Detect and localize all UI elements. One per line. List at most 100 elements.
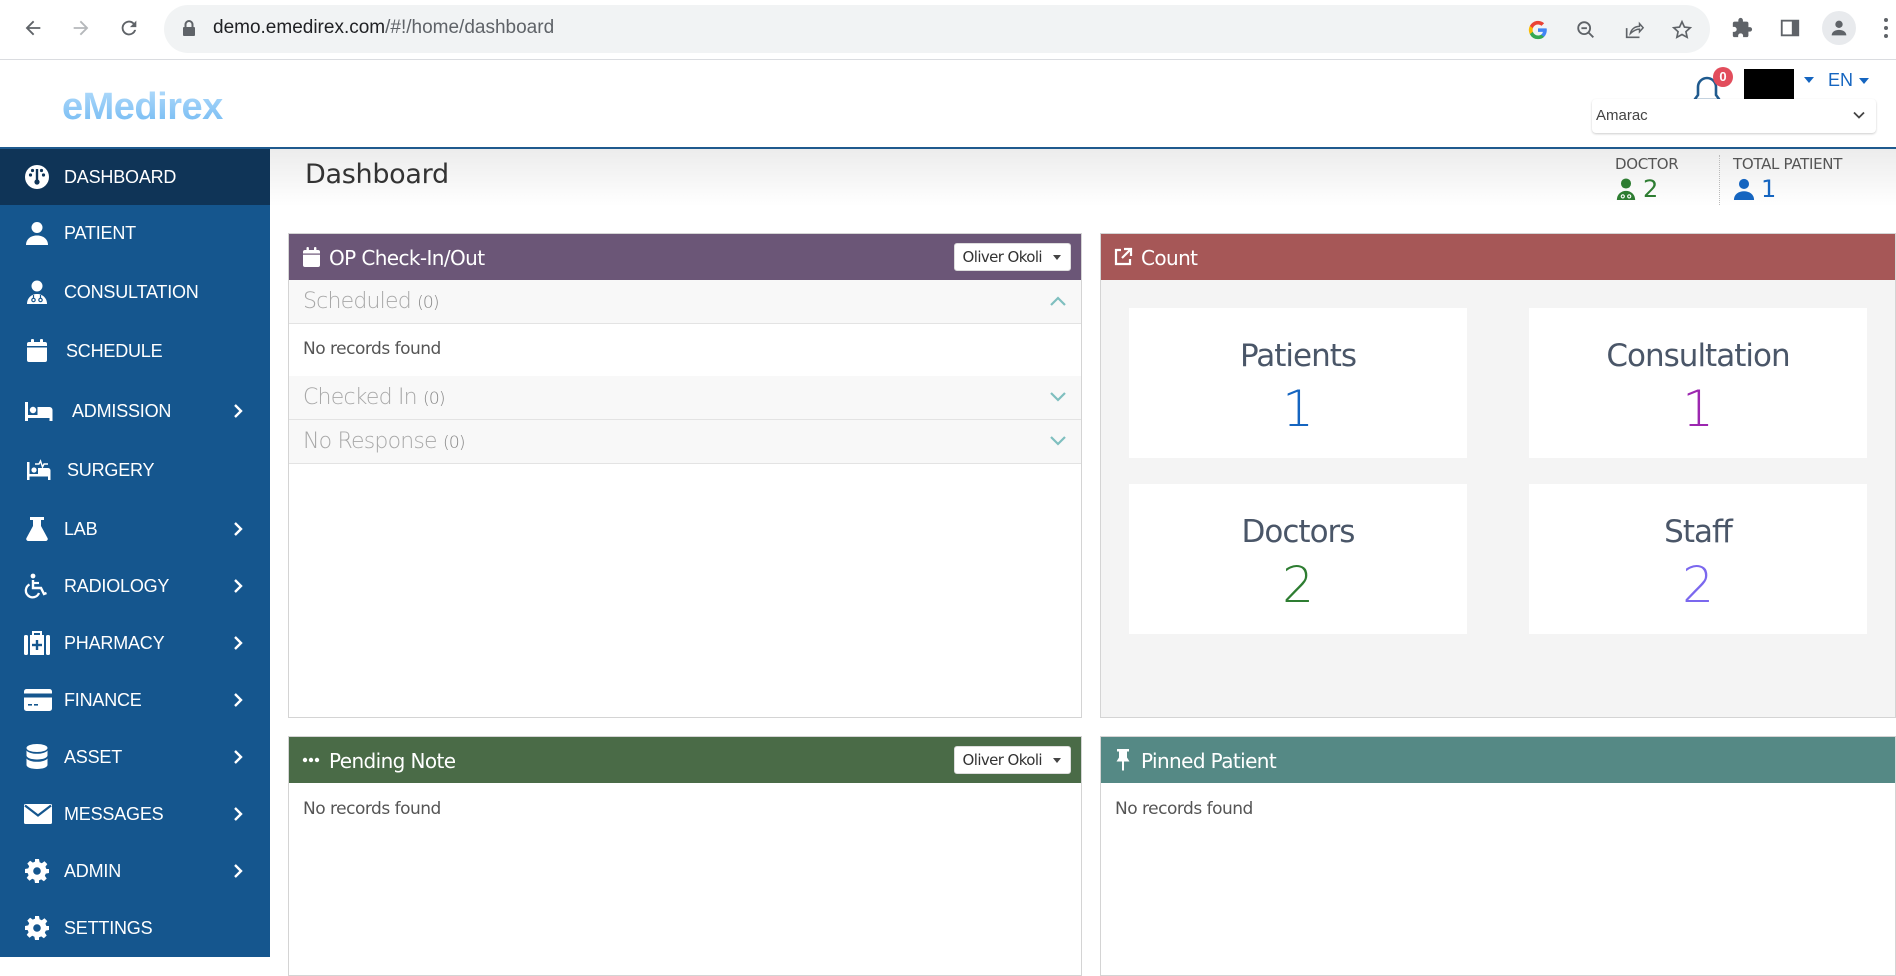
doctor-stat[interactable]: DOCTOR 2 [1615,155,1679,203]
sidebar-item-label: ADMISSION [72,400,172,421]
external-link-icon [1113,247,1133,267]
sidebar-item-asset[interactable]: ASSET [0,729,270,785]
op-checkin-doctor-select[interactable]: Oliver Okoli [953,243,1071,271]
language-caret-icon[interactable] [1859,78,1869,84]
op-checkin-panel-header: OP Check-In/Out Oliver Okoli [289,234,1081,280]
op-checkin-panel: OP Check-In/Out Oliver Okoli Scheduled (… [288,233,1082,718]
side-panel-icon[interactable] [1776,14,1804,42]
chevron-right-icon [234,636,243,650]
chevron-right-icon [234,522,243,536]
procedures-icon [24,457,54,483]
chevron-down-icon [1050,392,1066,402]
accordion-scheduled[interactable]: Scheduled (0) [289,280,1081,324]
url-text[interactable]: demo.emedirex.com/#!/home/dashboard [213,17,554,39]
dashboard-gauge-icon [24,164,50,190]
sidebar-item-schedule[interactable]: SCHEDULE [0,323,270,379]
sidebar-item-radiology[interactable]: RADIOLOGY [0,558,270,614]
sidebar-item-label: SCHEDULE [66,340,163,361]
empty-state-text: No records found [303,799,441,819]
ellipsis-icon [301,750,321,770]
address-bar[interactable]: demo.emedirex.com/#!/home/dashboard [164,5,1710,53]
person-icon [1831,20,1847,36]
sidebar-item-finance[interactable]: FINANCE [0,672,270,728]
sidebar-item-messages[interactable]: MESSAGES [0,786,270,842]
accordion-label: Checked In (0) [303,385,446,410]
total-patient-stat[interactable]: TOTAL PATIENT 1 [1733,155,1842,203]
doctor-stat-value: 2 [1643,175,1659,203]
total-patient-stat-value: 1 [1761,175,1777,203]
gear-icon [24,915,50,941]
sidebar-item-label: SURGERY [67,459,155,480]
share-icon[interactable] [1622,18,1646,42]
doctor-icon [1616,178,1636,200]
forward-button[interactable] [67,14,95,42]
empty-state-text: No records found [303,339,441,359]
sidebar-item-label: PHARMACY [64,632,165,653]
bookmark-star-icon[interactable] [1670,18,1694,42]
facility-select[interactable]: Amarac [1592,99,1876,133]
bed-icon [24,398,54,424]
count-card-value: 1 [1682,380,1714,438]
sidebar-item-label: DASHBOARD [64,166,177,187]
credit-card-icon [24,687,52,713]
profile-avatar[interactable] [1822,11,1856,45]
flask-icon [24,516,50,542]
count-card-label: Patients [1239,338,1357,374]
stat-divider [1719,155,1720,205]
sidebar-item-dashboard[interactable]: DASHBOARD [0,149,270,205]
sidebar-item-settings[interactable]: SETTINGS [0,900,270,956]
count-card-label: Staff [1664,514,1733,550]
sidebar-item-surgery[interactable]: SURGERY [0,442,270,498]
pinned-patient-title: Pinned Patient [1141,749,1277,773]
sidebar-item-patient[interactable]: PATIENT [0,205,270,261]
count-card-staff[interactable]: Staff 2 [1529,484,1867,634]
op-checkin-title: OP Check-In/Out [329,246,485,270]
arrow-right-icon [73,20,89,36]
accordion-no-response[interactable]: No Response (0) [289,420,1081,464]
accordion-count: (0) [423,389,445,409]
chevron-right-icon [234,864,243,878]
accordion-label: No Response (0) [303,429,465,454]
count-card-doctors[interactable]: Doctors 2 [1129,484,1467,634]
sidebar-item-admin[interactable]: ADMIN [0,843,270,899]
accordion-checked-in[interactable]: Checked In (0) [289,376,1081,420]
sidebar-item-label: ASSET [64,746,123,767]
accordion-title: Checked In [303,385,418,410]
reload-button[interactable] [115,14,143,42]
sidebar-item-label: RADIOLOGY [64,575,170,596]
page-title: Dashboard [305,159,449,190]
chevron-right-icon [234,807,243,821]
sidebar-item-lab[interactable]: LAB [0,501,270,557]
logo[interactable]: eMedirexTM [62,86,238,129]
google-icon[interactable] [1526,18,1550,42]
browser-toolbar: demo.emedirex.com/#!/home/dashboard [0,0,1896,60]
chevron-right-icon [234,404,243,418]
back-button[interactable] [19,14,47,42]
sidebar-item-pharmacy[interactable]: PHARMACY [0,615,270,671]
count-title: Count [1141,246,1198,270]
pending-note-panel-header: Pending Note Oliver Okoli [289,737,1081,783]
sidebar-item-admission[interactable]: ADMISSION [0,383,270,439]
count-body: Patients 1 Consultation 1 Doctors 2 Staf… [1101,280,1895,717]
menu-kebab-icon[interactable] [1872,14,1896,42]
user-menu-caret-icon[interactable] [1804,77,1814,83]
empty-state-text: No records found [1115,799,1253,819]
pending-note-panel: Pending Note Oliver Okoli No records fou… [288,736,1082,976]
doctor-icon [24,279,50,305]
extensions-icon[interactable] [1728,14,1756,42]
accordion-title: No Response [303,429,438,454]
user-menu-redacted[interactable] [1744,69,1794,99]
logo-tm: TM [222,90,238,102]
user-icon [24,220,50,246]
pending-note-title: Pending Note [329,749,456,773]
language-selector[interactable]: EN [1828,70,1853,91]
count-card-label: Consultation [1606,338,1790,374]
sidebar-item-label: LAB [64,518,98,539]
count-card-patients[interactable]: Patients 1 [1129,308,1467,458]
pending-note-doctor-select[interactable]: Oliver Okoli [953,746,1071,774]
sidebar-item-consultation[interactable]: CONSULTATION [0,264,270,320]
zoom-out-icon[interactable] [1574,18,1598,42]
count-card-consultation[interactable]: Consultation 1 [1529,308,1867,458]
sidebar: DASHBOARD PATIENT CONSULTATION SCHEDULE … [0,149,270,957]
chevron-up-icon [1050,296,1066,306]
